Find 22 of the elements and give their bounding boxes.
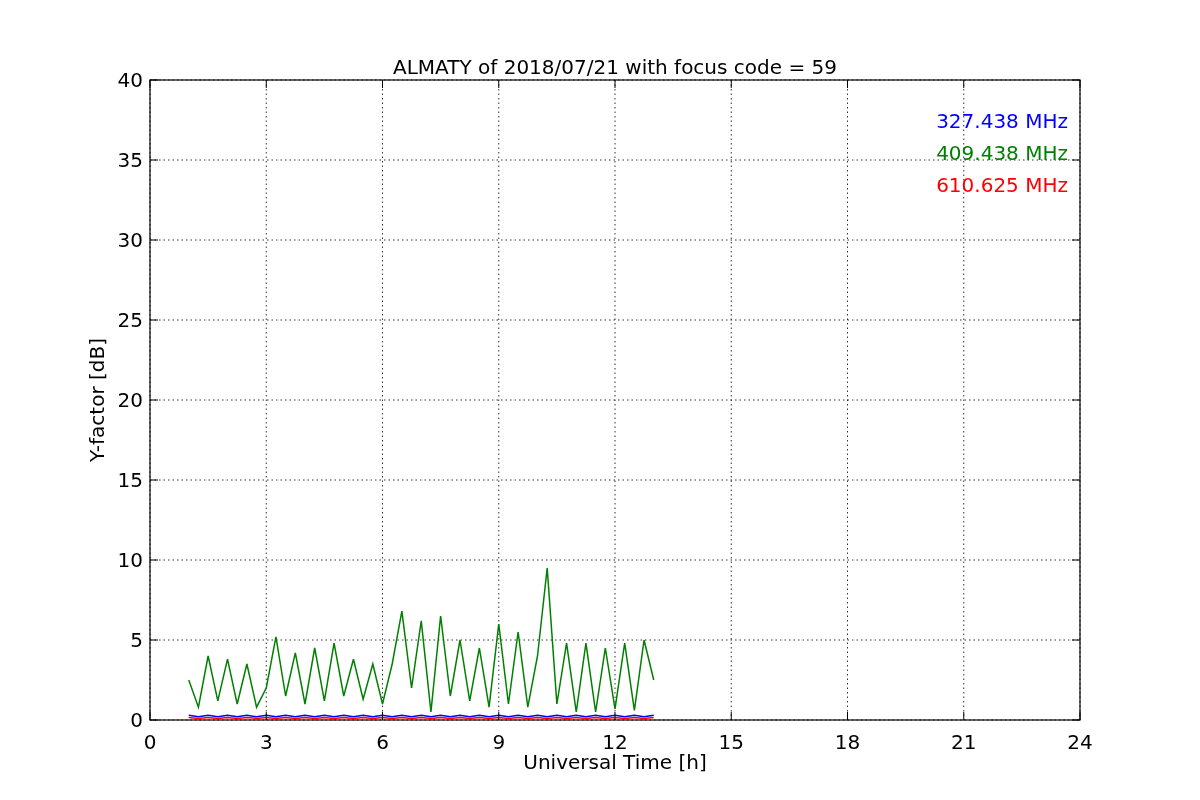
tick-label: 3 [259, 730, 273, 754]
tick-label: 15 [718, 730, 744, 754]
tick-label: 15 [117, 468, 143, 492]
tick-label: 25 [117, 308, 143, 332]
axis-label: Y-factor [dB] [85, 338, 109, 462]
tick-label: 6 [376, 730, 389, 754]
tick-label: 30 [117, 228, 143, 252]
tick-label: 18 [834, 730, 861, 754]
tick-label: 20 [117, 388, 143, 412]
legend-label: 327.438 MHz [936, 109, 1068, 133]
chart-title: ALMATY of 2018/07/21 with focus code = 59 [393, 55, 837, 79]
tick-label: 24 [1067, 730, 1093, 754]
tick-label: 21 [951, 730, 977, 754]
tick-label: 9 [492, 730, 506, 754]
tick-label: 40 [117, 68, 143, 92]
legend-label: 409.438 MHz [936, 141, 1068, 165]
legend-label: 610.625 MHz [936, 173, 1068, 197]
tick-label: 0 [130, 708, 143, 732]
tick-label: 5 [130, 628, 143, 652]
tick-label: 10 [117, 548, 143, 572]
tick-label: 35 [117, 148, 143, 172]
tick-label: 0 [143, 730, 157, 754]
